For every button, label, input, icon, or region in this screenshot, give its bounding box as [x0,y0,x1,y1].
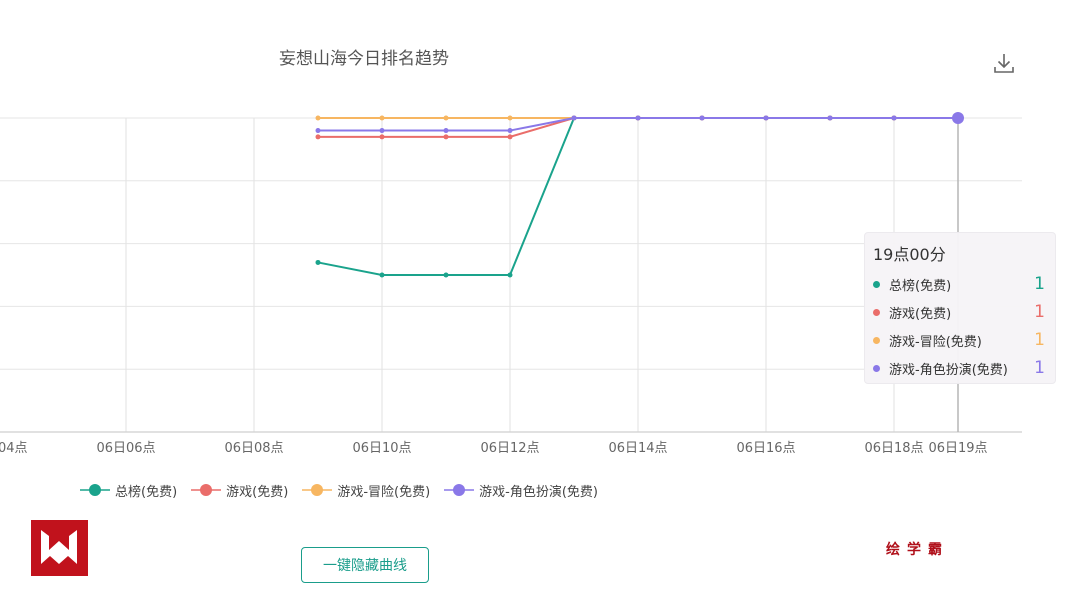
legend-item[interactable]: 总榜(免费) [80,481,177,500]
data-point [507,115,513,121]
tooltip-row: 游戏-冒险(免费) 1 [873,326,1045,354]
brand-text: 绘学霸 [886,542,949,558]
series-dot-icon [873,280,880,288]
data-point [315,134,321,140]
x-tick-label: 06日08点 [224,441,283,456]
data-point [379,272,385,278]
tooltip-title: 19点00分 [873,245,946,264]
x-tick-label: 06日14点 [608,441,667,456]
data-point [379,134,385,140]
legend-item[interactable]: 游戏-角色扮演(免费) [444,481,598,500]
tooltip: 19点00分 总榜(免费) 1 游戏(免费) 1 游戏-冒险(免费) 1 游戏-… [864,232,1056,384]
chart-legend: 总榜(免费) 游戏(免费) 游戏-冒险(免费) 游戏-角色扮演(免费) [80,480,612,500]
hide-curves-button[interactable]: 一键隐藏曲线 [301,547,429,583]
data-point [699,115,705,121]
data-point [315,115,321,121]
x-tick-label: 06日18点 [864,441,923,456]
tooltip-series-name: 总榜(免费) [889,278,952,294]
tooltip-series-name: 游戏-冒险(免费) [889,334,982,350]
logo-w-icon [31,520,88,576]
x-axis: 06日04点 06日06点 06日08点 06日10点 06日12点 06日14点 06日1… [0,431,1022,456]
data-point [507,272,513,278]
legend-label: 游戏-冒险(免费) [337,484,431,500]
x-tick-label: 06日12点 [480,441,539,456]
legend-label: 游戏(免费) [226,484,289,500]
tooltip-row: 总榜(免费) 1 [873,270,1045,298]
tooltip-series-name: 游戏(免费) [889,306,952,322]
tooltip-series-name: 游戏-角色扮演(免费) [889,362,1008,378]
legend-item[interactable]: 游戏(免费) [191,481,288,500]
tooltip-row: 游戏-角色扮演(免费) 1 [873,354,1045,382]
legend-marker-icon [444,484,475,496]
data-point [571,115,577,121]
tooltip-series-value: 1 [1034,274,1045,294]
series-dot-icon [873,336,880,344]
legend-marker-icon [302,484,333,496]
legend-marker-icon [191,484,222,496]
legend-item[interactable]: 游戏-冒险(免费) [302,481,430,500]
data-point [891,115,897,121]
tooltip-row: 游戏(免费) 1 [873,298,1045,326]
legend-label: 总榜(免费) [115,484,178,500]
x-tick-label: 06日10点 [352,441,411,456]
data-point [315,128,321,134]
series-dot-icon [873,308,880,316]
tooltip-series-value: 1 [1034,358,1045,378]
data-point [315,259,321,265]
data-point [952,112,964,124]
data-point [443,272,449,278]
x-tick-label: 06日06点 [96,441,155,456]
data-point [763,115,769,121]
legend-label: 游戏-角色扮演(免费) [479,484,598,500]
x-tick-label: 06日19点 [928,441,987,456]
x-tick-label: 06日04点 [0,441,28,456]
x-tick-label: 06日16点 [736,441,795,456]
tooltip-series-value: 1 [1034,302,1045,322]
data-point [379,115,385,121]
tooltip-series-value: 1 [1034,330,1045,350]
series-dot-icon [873,364,880,372]
data-point [827,115,833,121]
data-point [443,115,449,121]
data-point [507,128,513,134]
data-point [379,128,385,134]
data-point [635,115,641,121]
data-point [443,128,449,134]
data-point [507,134,513,140]
legend-marker-icon [80,484,110,496]
data-point [443,134,449,140]
